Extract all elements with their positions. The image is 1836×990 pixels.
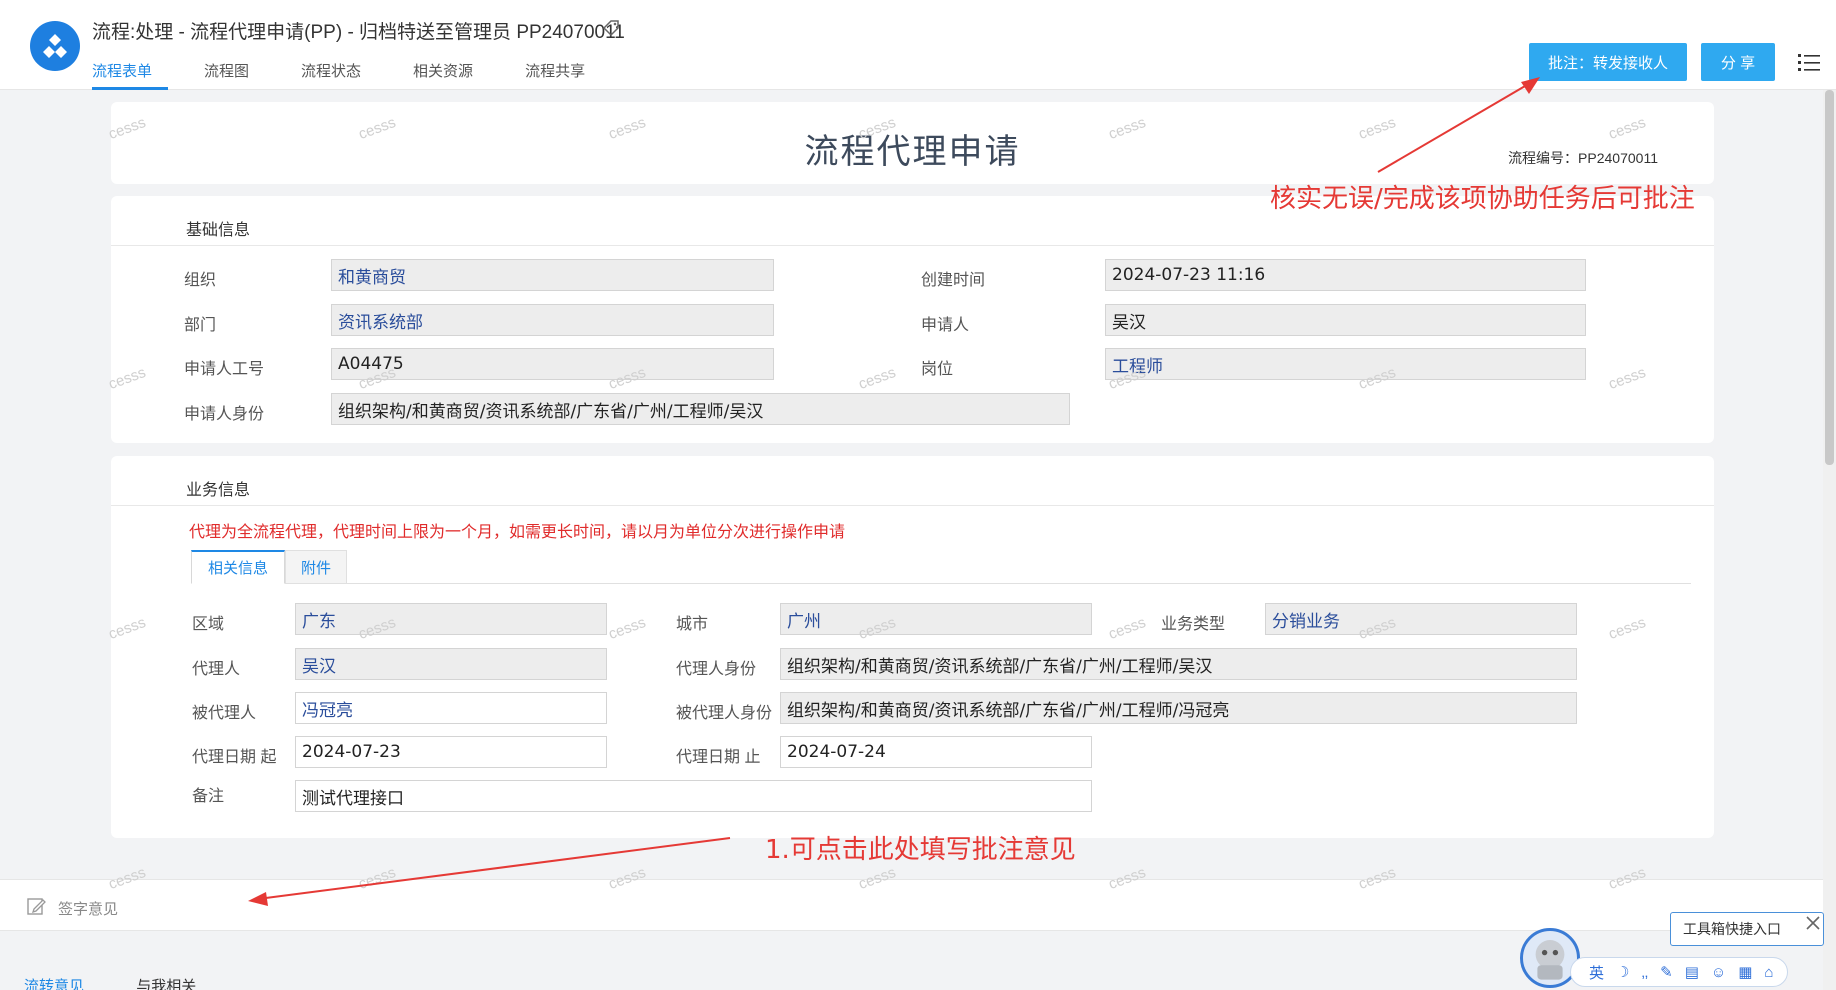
applicant-field: 吴汉 [1105, 304, 1586, 336]
identity-field: 组织架构/和黄商贸/资讯系统部/广东省/广州/工程师/吴汉 [331, 393, 1070, 425]
created-time-label: 创建时间 [921, 272, 986, 289]
city-label: 城市 [676, 616, 709, 633]
business-info-card: 业务信息 代理为全流程代理，代理时间上限为一个月，如需更长时间，请以月为单位分次… [111, 456, 1714, 838]
document-title-card: 流程代理申请 流程编号：PP24070011 [111, 102, 1714, 184]
principal-identity-label: 被代理人身份 [676, 705, 773, 722]
approve-forward-button[interactable]: 批注：转发接收人 [1529, 43, 1687, 81]
basic-info-card: 基础信息 组织 和黄商贸 创建时间 2024-07-23 11:16 部门 资讯… [111, 196, 1714, 443]
share-button[interactable]: 分 享 [1701, 43, 1775, 81]
tab-flowchart[interactable]: 流程图 [204, 58, 249, 90]
agent-identity-field: 组织架构/和黄商贸/资讯系统部/广东省/广州/工程师/吴汉 [780, 648, 1577, 680]
business-type-label: 业务类型 [1161, 616, 1226, 633]
punctuation-icon[interactable]: ‚‚ [1641, 964, 1648, 981]
tab-related-info[interactable]: 相关信息 [191, 550, 285, 584]
toolbox-shortcut-tip[interactable]: 工具箱快捷入口 [1670, 912, 1824, 946]
proxy-notice: 代理为全流程代理，代理时间上限为一个月，如需更长时间，请以月为单位分次进行操作申… [189, 524, 846, 541]
annotation-approve-hint: 核实无误/完成该项协助任务后可批注 [1270, 184, 1695, 214]
window-title: 流程:处理 - 流程代理申请(PP) - 归档特送至管理员 PP24070011 [92, 22, 625, 43]
tag-icon[interactable] [601, 19, 621, 39]
employee-no-label: 申请人工号 [184, 361, 265, 378]
section-header: 业务信息 [111, 456, 1714, 506]
edit-icon [27, 898, 46, 915]
region-field[interactable]: 广东 [295, 603, 607, 635]
start-date-field[interactable]: 2024-07-23 [295, 736, 607, 768]
input-method-toolbar[interactable]: 英 ☽ ‚‚ ✎ ▤ ☺ ▦ ⌂ [1570, 957, 1788, 987]
agent-label: 代理人 [192, 661, 241, 678]
section-title: 基础信息 [186, 222, 251, 239]
org-label: 组织 [184, 272, 217, 289]
employee-no-field: A04475 [331, 348, 774, 380]
bottom-tabs: 流转意见 与我相关 [24, 975, 244, 990]
ime-language-toggle[interactable]: 英 [1589, 962, 1604, 983]
tab-sharing[interactable]: 流程共享 [525, 58, 585, 90]
tab-status[interactable]: 流程状态 [301, 58, 361, 90]
principal-identity-field: 组织架构/和黄商贸/资讯系统部/广东省/广州/工程师/冯冠亮 [780, 692, 1577, 724]
agent-field[interactable]: 吴汉 [295, 648, 607, 680]
document-number: 流程编号：PP24070011 [1508, 150, 1658, 166]
remark-field[interactable]: 测试代理接口 [295, 780, 1092, 812]
agent-identity-label: 代理人身份 [676, 661, 757, 678]
tab-resources[interactable]: 相关资源 [413, 58, 473, 90]
tab-form[interactable]: 流程表单 [92, 58, 169, 90]
grid-icon[interactable]: ▦ [1738, 963, 1752, 981]
tab-flow-opinions[interactable]: 流转意见 [24, 978, 84, 990]
detail-tabs: 相关信息 附件 [191, 550, 1691, 584]
remark-label: 备注 [192, 788, 225, 805]
signature-placeholder: 签字意见 [58, 901, 119, 918]
emoji-icon[interactable]: ☺ [1711, 964, 1726, 981]
region-label: 区域 [192, 616, 225, 633]
end-date-field[interactable]: 2024-07-24 [780, 736, 1092, 768]
main-tabs: 流程表单 流程图 流程状态 相关资源 流程共享 [92, 58, 637, 90]
menu-icon[interactable] [1798, 52, 1820, 72]
moon-icon[interactable]: ☽ [1616, 963, 1629, 981]
signature-opinion-bar[interactable]: 签字意见 [0, 879, 1823, 931]
applicant-label: 申请人 [921, 317, 970, 334]
dept-field[interactable]: 资讯系统部 [331, 304, 774, 336]
scrollbar-thumb[interactable] [1825, 90, 1834, 465]
close-icon[interactable] [1806, 916, 1820, 930]
post-label: 岗位 [921, 361, 954, 378]
business-type-field[interactable]: 分销业务 [1265, 603, 1577, 635]
app-header: 流程:处理 - 流程代理申请(PP) - 归档特送至管理员 PP24070011… [0, 0, 1836, 90]
tab-related-to-me[interactable]: 与我相关 [136, 978, 196, 990]
city-field[interactable]: 广州 [780, 603, 1092, 635]
section-title: 业务信息 [186, 482, 251, 499]
principal-field[interactable]: 冯冠亮 [295, 692, 607, 724]
document-title: 流程代理申请 [804, 133, 1021, 171]
created-time-field: 2024-07-23 11:16 [1105, 259, 1586, 291]
clipboard-icon[interactable]: ▤ [1685, 963, 1699, 981]
wrench-icon[interactable]: ✎ [1660, 963, 1673, 981]
identity-label: 申请人身份 [184, 406, 265, 423]
tab-attachments[interactable]: 附件 [285, 550, 347, 584]
post-field[interactable]: 工程师 [1105, 348, 1586, 380]
app-logo-icon [30, 21, 80, 71]
start-date-label: 代理日期 起 [192, 749, 277, 766]
dept-label: 部门 [184, 317, 217, 334]
org-field[interactable]: 和黄商贸 [331, 259, 774, 291]
end-date-label: 代理日期 止 [676, 749, 761, 766]
annotation-signature-hint: 1.可点击此处填写批注意见 [765, 835, 1076, 865]
lock-icon[interactable]: ⌂ [1764, 964, 1773, 981]
vertical-scrollbar[interactable] [1823, 90, 1836, 990]
principal-label: 被代理人 [192, 705, 257, 722]
